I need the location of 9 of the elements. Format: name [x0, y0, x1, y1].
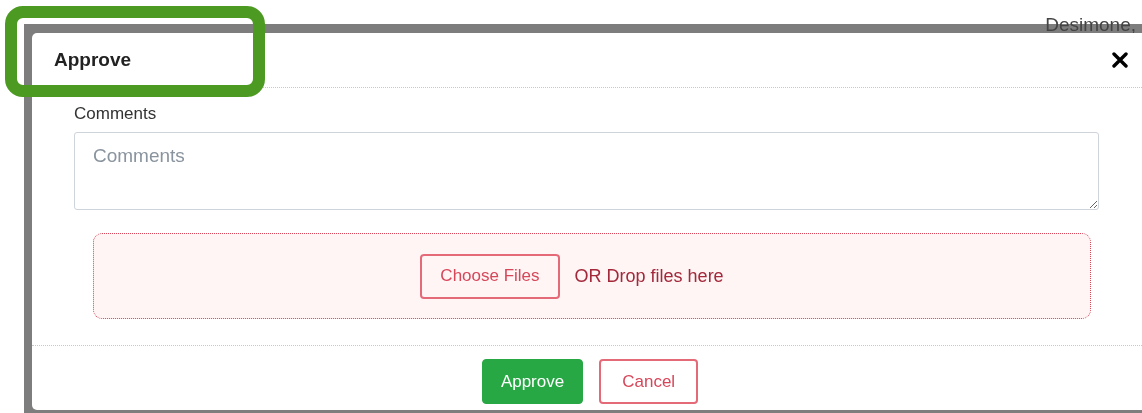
approve-button[interactable]: Approve — [481, 359, 584, 404]
field-label: Comments — [74, 104, 157, 124]
close-icon[interactable] — [1112, 52, 1128, 68]
choose-files-button[interactable]: Choose Files — [420, 253, 560, 299]
drop-zone[interactable]: Choose Files OR Drop files here — [93, 233, 1091, 319]
cancel-button[interactable]: Cancel — [599, 359, 699, 404]
drop-hint: OR Drop files here — [574, 265, 724, 287]
comments-field[interactable]: Comments — [74, 132, 1099, 210]
dialog-title: Approve — [54, 49, 132, 71]
